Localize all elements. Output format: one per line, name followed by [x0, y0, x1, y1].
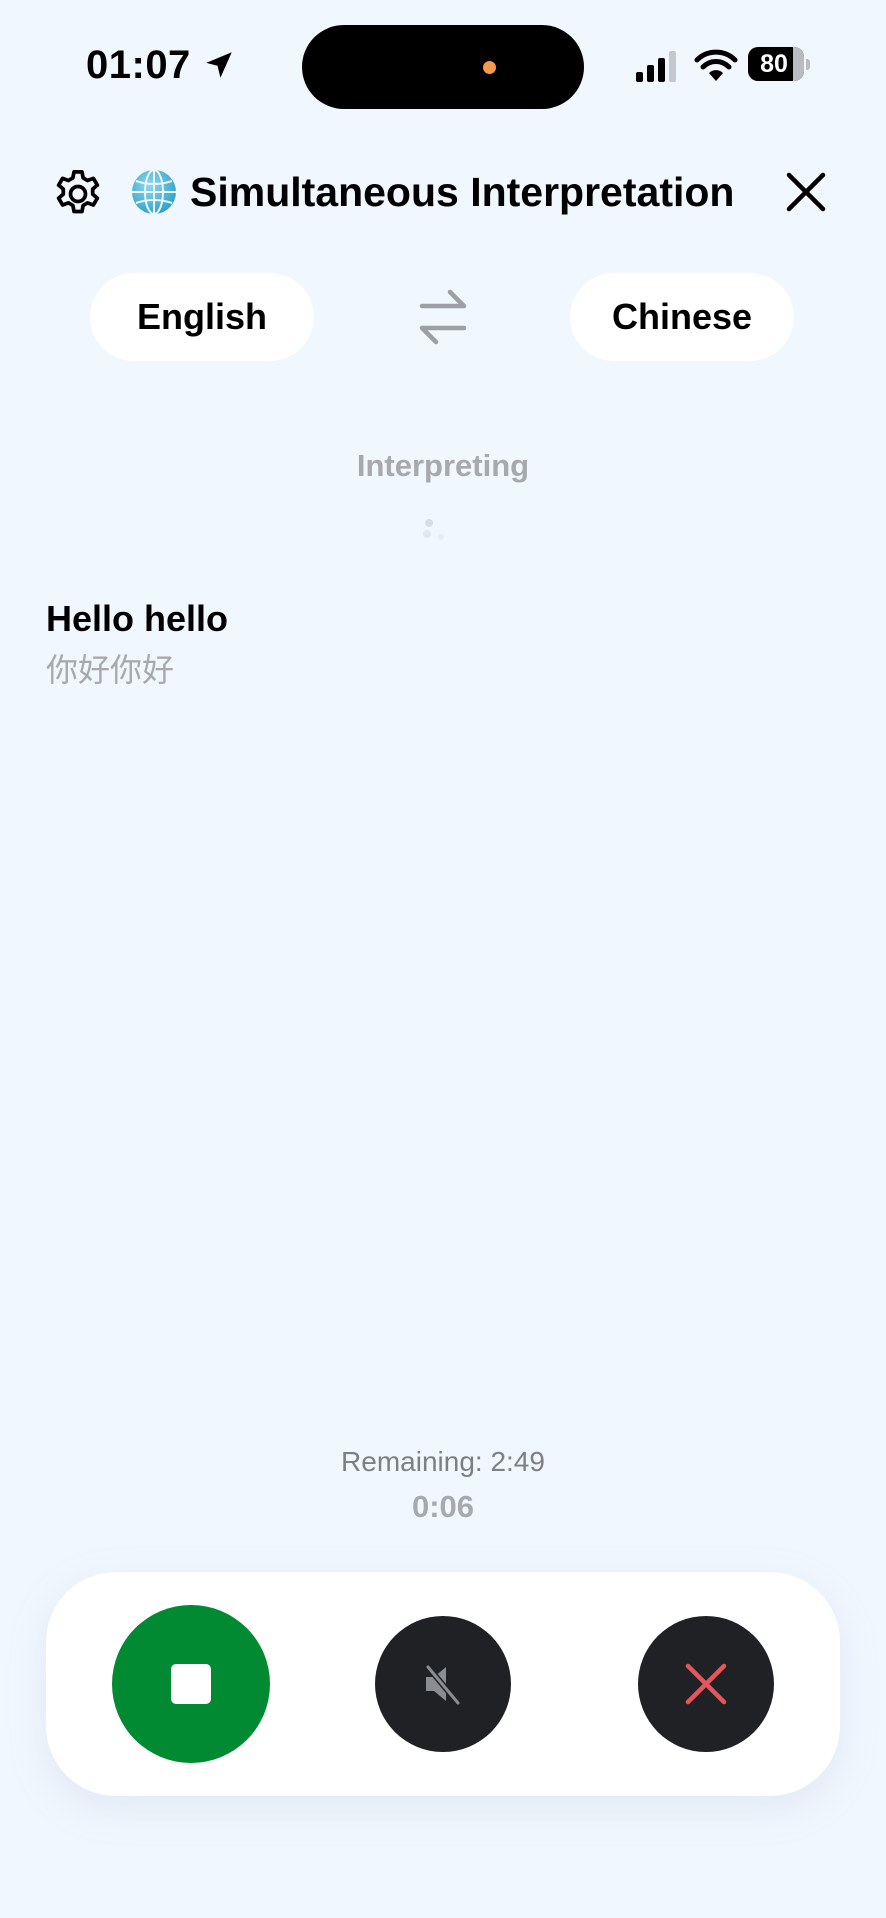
signal-bars-icon — [636, 51, 676, 82]
battery-level: 80 — [760, 50, 788, 78]
wifi-icon — [694, 49, 738, 81]
interpreting-status: Interpreting — [356, 448, 530, 483]
transcript-source-text: Hello hello — [46, 598, 229, 639]
close-icon[interactable] — [782, 168, 830, 216]
swap-arrows-icon[interactable] — [412, 284, 474, 350]
mute-button[interactable] — [375, 1616, 511, 1752]
dynamic-island — [302, 25, 584, 109]
battery-charging-icon: 80 — [748, 47, 804, 81]
battery-indicator: 80 — [748, 47, 812, 83]
gear-icon[interactable] — [50, 166, 106, 222]
remaining-time: Remaining: 2:49 — [341, 1446, 545, 1477]
stop-icon — [171, 1664, 211, 1704]
privacy-indicator-dot — [483, 61, 496, 74]
source-language-button[interactable]: English — [90, 273, 314, 361]
page-title: Simultaneous Interpretation — [190, 169, 735, 215]
status-time: 01:07 — [86, 43, 191, 87]
target-language-button[interactable]: Chinese — [570, 273, 794, 361]
location-arrow-icon — [206, 52, 232, 78]
elapsed-time: 0:06 — [411, 1489, 475, 1524]
transcript-translated-text: 你好你好 — [46, 651, 175, 689]
loading-indicator-icon — [423, 519, 444, 540]
cancel-button[interactable] — [638, 1616, 774, 1752]
speaker-muted-icon — [425, 1664, 461, 1706]
battery-tip — [806, 59, 810, 70]
globe-icon — [132, 169, 176, 215]
close-icon — [685, 1663, 727, 1705]
stop-button[interactable] — [112, 1605, 270, 1763]
